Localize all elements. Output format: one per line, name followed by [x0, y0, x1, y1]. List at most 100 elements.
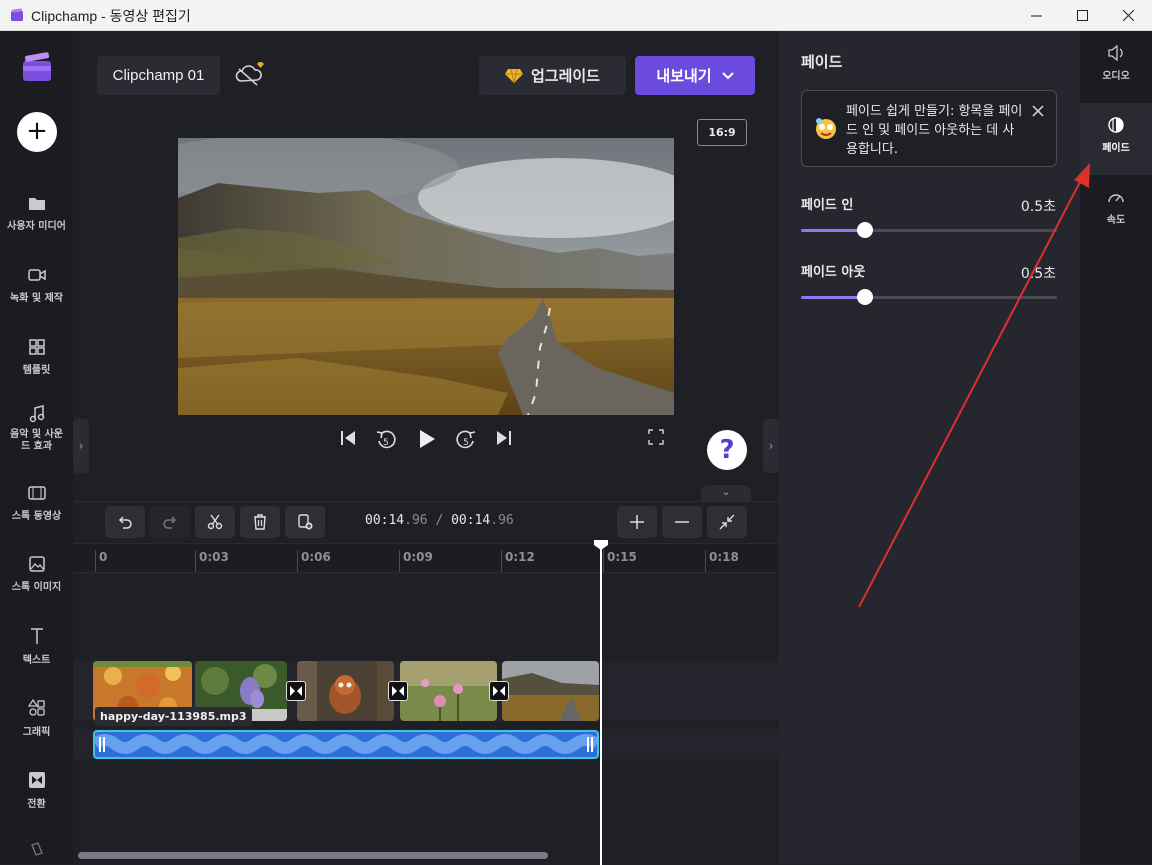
window-title: Clipchamp - 동영상 편집기	[31, 8, 191, 24]
redo-icon	[163, 516, 177, 529]
duplicate-icon	[298, 514, 313, 530]
collapse-timeline-button[interactable]: ⌄	[701, 485, 751, 501]
zoom-in-button[interactable]	[617, 506, 657, 538]
video-preview	[178, 138, 674, 415]
ruler-tick: 0	[95, 550, 107, 572]
minimize-button[interactable]	[1013, 0, 1059, 31]
fade-in-slider[interactable]	[801, 222, 1057, 238]
video-clip-red-panda[interactable]	[297, 661, 394, 721]
cloud-sync-off-icon[interactable]	[235, 61, 269, 89]
clip-thumbnail	[502, 661, 599, 721]
current-time: 00:14	[365, 513, 405, 528]
forward-5-icon[interactable]: 5	[455, 429, 477, 451]
project-name-field[interactable]: Clipchamp 01	[97, 56, 220, 95]
sidebar-item-label: 전환	[27, 799, 46, 810]
chevron-right-icon: ›	[78, 439, 84, 453]
fade-icon	[1108, 117, 1124, 133]
maximize-button[interactable]	[1059, 0, 1105, 31]
diamond-icon	[504, 68, 523, 83]
skip-to-start-icon[interactable]	[339, 429, 357, 447]
audio-waveform	[95, 734, 597, 754]
time-separator: /	[427, 513, 452, 528]
fade-out-value: 0.5초	[1020, 266, 1056, 282]
text-icon	[30, 628, 43, 644]
timeline-scrollbar[interactable]	[78, 852, 548, 859]
playhead[interactable]	[600, 543, 602, 865]
ruler-tick: 0:18	[705, 550, 739, 572]
fullscreen-icon[interactable]	[648, 429, 664, 445]
export-button[interactable]: 내보내기	[635, 56, 755, 95]
sidebar-item-text[interactable]: 텍스트	[0, 627, 73, 666]
audio-clip[interactable]	[93, 730, 599, 759]
split-button[interactable]	[195, 506, 235, 538]
tab-fade[interactable]: 페이드	[1080, 103, 1152, 175]
brand-kit-icon[interactable]	[29, 841, 45, 857]
sidebar-item-stock-video[interactable]: 스톡 동영상	[0, 485, 73, 522]
export-label: 내보내기	[656, 67, 712, 85]
minimize-icon	[1030, 15, 1042, 17]
expand-right-panel-button[interactable]: ›	[763, 419, 779, 473]
chevron-down-icon	[721, 71, 734, 79]
music-note-icon	[29, 405, 44, 423]
play-icon[interactable]	[417, 429, 437, 449]
chevron-right-icon: ›	[768, 439, 774, 453]
tab-speed[interactable]: 속도	[1080, 175, 1152, 247]
rewind-5-icon[interactable]: 5	[375, 429, 397, 451]
plus-icon: +	[26, 116, 48, 146]
zoom-out-button[interactable]	[662, 506, 702, 538]
sidebar-item-record-create[interactable]: 녹화 및 제작	[0, 267, 73, 304]
sidebar-item-graphics[interactable]: 그래픽	[0, 699, 73, 738]
fade-out-slider-fill	[801, 296, 865, 299]
svg-text:5: 5	[383, 438, 389, 448]
question-mark-icon: ?	[719, 435, 735, 465]
sidebar-item-transitions[interactable]: 전환	[0, 771, 73, 810]
audio-track	[73, 729, 779, 759]
sidebar-item-label: 녹화 및 제작	[10, 293, 63, 304]
sidebar-item-label: 스톡 동영상	[11, 511, 62, 522]
aspect-ratio-button[interactable]: 16:9	[697, 119, 747, 146]
expand-left-panel-button[interactable]: ›	[73, 419, 89, 473]
help-button[interactable]: ?	[707, 430, 747, 470]
undo-button[interactable]	[105, 506, 145, 538]
transition-marker[interactable]	[286, 681, 306, 701]
sidebar-item-label: 템플릿	[22, 365, 51, 376]
panel-title: 페이드	[801, 53, 843, 71]
fade-in-slider-thumb[interactable]	[857, 222, 873, 238]
scissors-icon	[207, 514, 223, 530]
speedometer-icon	[1108, 194, 1124, 203]
sidebar-item-templates[interactable]: 템플릿	[0, 339, 73, 376]
add-media-button[interactable]: +	[17, 112, 57, 152]
video-clip-wildflowers[interactable]	[400, 661, 497, 721]
transition-marker[interactable]	[388, 681, 408, 701]
skip-to-end-icon[interactable]	[495, 429, 513, 447]
close-icon	[1122, 10, 1134, 21]
timeline-ruler[interactable]: 0 0:03 0:06 0:09 0:12 0:15 0:18	[73, 543, 779, 573]
folder-icon	[28, 198, 45, 210]
tab-label: 오디오	[1102, 71, 1130, 82]
fade-in-label: 페이드 인	[801, 198, 854, 213]
fade-out-slider-thumb[interactable]	[857, 289, 873, 305]
upgrade-button[interactable]: 업그레이드	[479, 56, 626, 95]
fade-out-slider[interactable]	[801, 289, 1057, 305]
shapes-icon	[27, 699, 45, 716]
delete-button[interactable]	[240, 506, 280, 538]
chevron-down-icon: ⌄	[721, 487, 731, 498]
sidebar-item-your-media[interactable]: 사용자 미디어	[0, 195, 73, 232]
tab-audio[interactable]: 오디오	[1080, 31, 1152, 103]
duplicate-button[interactable]	[285, 506, 325, 538]
redo-button[interactable]	[150, 506, 190, 538]
fade-in-slider-fill	[801, 229, 865, 232]
video-clip-mountain-road[interactable]	[502, 661, 599, 721]
ruler-tick: 0:09	[399, 550, 433, 572]
transition-marker[interactable]	[489, 681, 509, 701]
ruler-tick: 0:12	[501, 550, 535, 572]
tab-label: 속도	[1106, 215, 1126, 226]
close-window-button[interactable]	[1105, 0, 1151, 31]
timecode-display: 00:14.96 / 00:14.96	[365, 513, 514, 528]
properties-tabs: 오디오 페이드 속도	[1080, 31, 1152, 864]
film-icon	[27, 486, 46, 500]
sidebar-item-music-sfx[interactable]: 음악 및 사운드 효과	[0, 405, 73, 453]
close-icon[interactable]	[1032, 105, 1044, 117]
fit-timeline-button[interactable]	[707, 506, 747, 538]
sidebar-item-stock-images[interactable]: 스톡 이미지	[0, 556, 73, 593]
